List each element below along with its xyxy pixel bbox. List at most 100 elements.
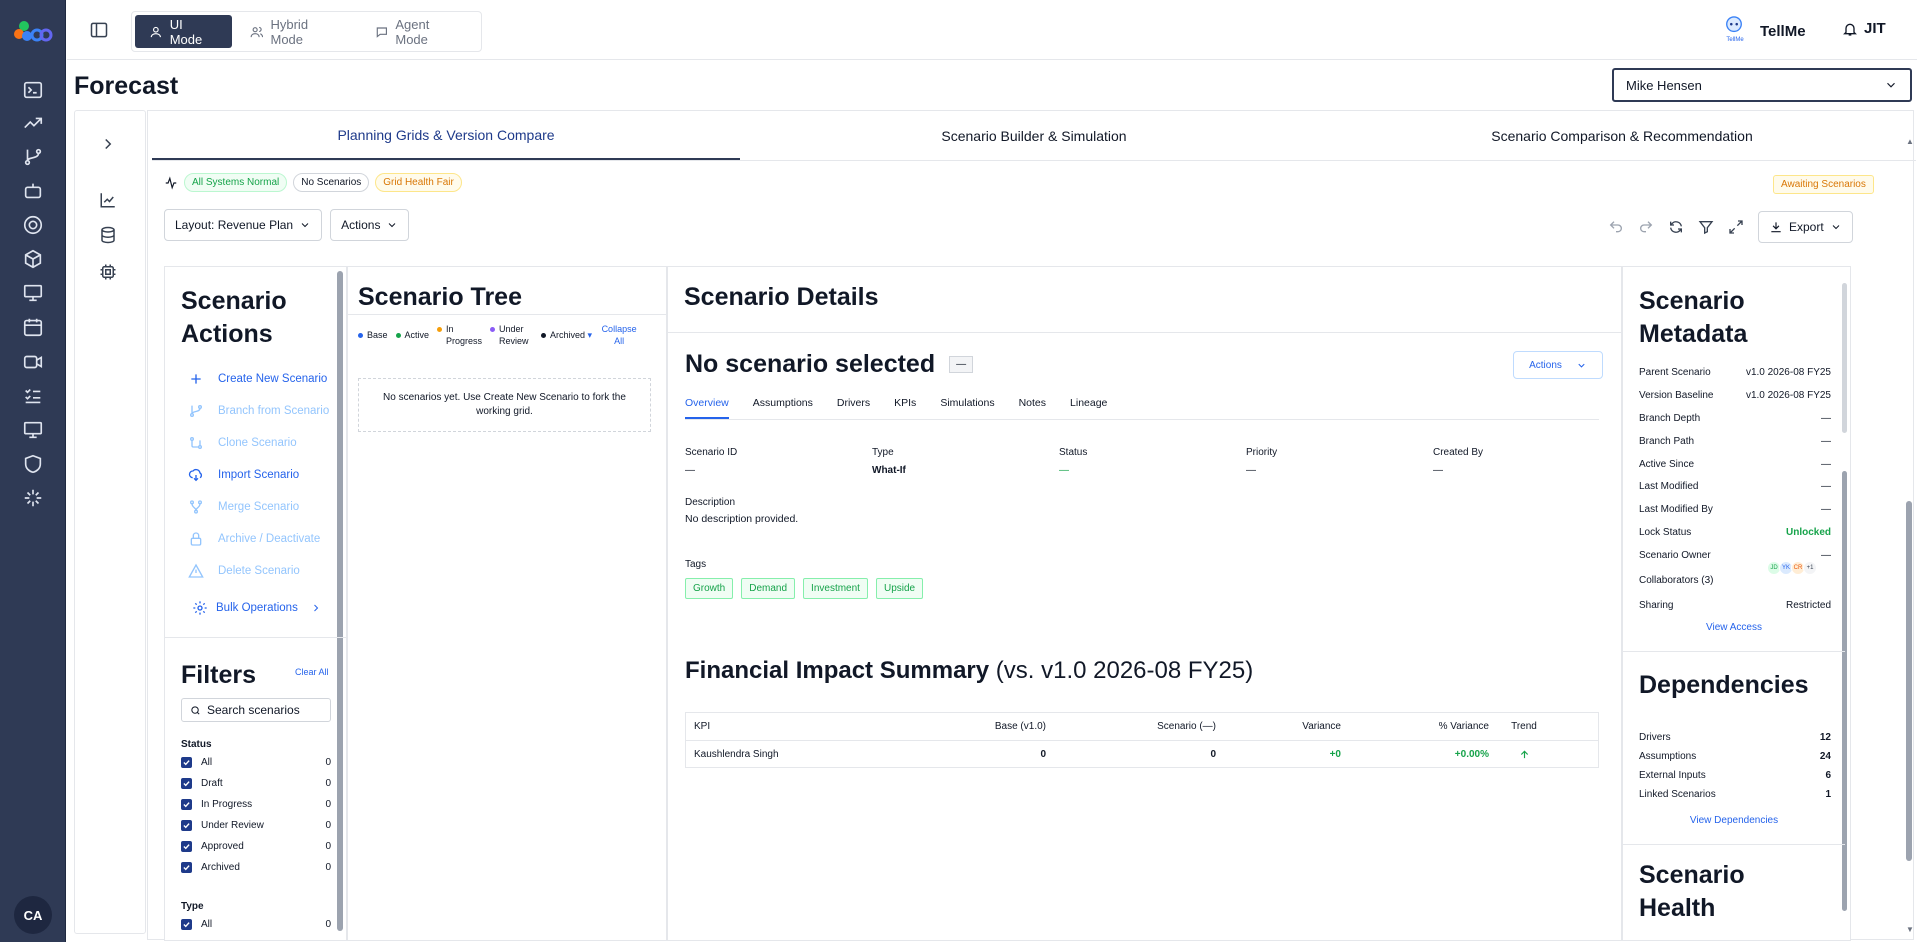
status-filter-option[interactable]: All 0 — [181, 757, 331, 768]
filter-label: Approved — [201, 841, 244, 852]
sparkles-icon[interactable] — [22, 487, 44, 509]
kpi-table-header: KPI Base (v1.0) Scenario (—) Variance % … — [694, 721, 1537, 732]
checkbox[interactable] — [181, 919, 192, 930]
status-filter-option[interactable]: Archived 0 — [181, 862, 331, 873]
database-icon[interactable] — [99, 226, 117, 244]
chevron-right-icon[interactable] — [99, 135, 117, 153]
status-filter-option[interactable]: Approved 0 — [181, 841, 331, 852]
actions-menu-button[interactable]: Actions — [330, 209, 410, 241]
tag-demand[interactable]: Demand — [741, 578, 796, 599]
scrollbar[interactable] — [337, 271, 343, 931]
layout-select[interactable]: Layout: Revenue Plan — [164, 209, 323, 241]
checkbox[interactable] — [181, 862, 192, 873]
actions-menu-label: Actions — [341, 218, 381, 232]
tab-scenario-builder[interactable]: Scenario Builder & Simulation — [740, 111, 1328, 160]
tab-planning-grids[interactable]: Planning Grids & Version Compare — [152, 111, 740, 160]
metadata-label: Lock Status — [1639, 527, 1692, 538]
tab-simulations[interactable]: Simulations — [940, 397, 994, 419]
checkbox[interactable] — [181, 757, 192, 768]
agent-mode-tab[interactable]: Agent Mode — [361, 15, 478, 48]
shield-icon[interactable] — [22, 453, 44, 475]
table-row[interactable]: Kaushlendra Singh 0 0 +0 +0.00% — [686, 740, 1598, 767]
ui-mode-tab[interactable]: UI Mode — [135, 15, 232, 48]
redo-icon[interactable] — [1638, 219, 1654, 235]
export-button[interactable]: Export — [1758, 211, 1853, 243]
warning-icon — [188, 563, 204, 578]
hybrid-mode-label: Hybrid Mode — [270, 16, 309, 47]
status-filter-option[interactable]: Under Review 0 — [181, 820, 331, 831]
view-access-link[interactable]: View Access — [1623, 622, 1845, 633]
monitor-icon[interactable] — [22, 282, 44, 304]
tellme-button[interactable]: TellMe TellMe — [1722, 16, 1806, 46]
tag-investment[interactable]: Investment — [803, 578, 868, 599]
cpu-icon[interactable] — [99, 263, 117, 281]
undo-icon[interactable] — [1608, 219, 1624, 235]
display-icon[interactable] — [22, 419, 44, 441]
filter-icon[interactable] — [1698, 219, 1714, 235]
scenario-metadata-panel: Scenario Metadata Parent Scenario v1.0 20… — [1622, 266, 1851, 941]
tab-lineage[interactable]: Lineage — [1070, 397, 1107, 419]
type-filter-option[interactable]: All 0 — [181, 919, 331, 930]
branch-scenario-action[interactable]: Branch from Scenario — [188, 403, 329, 419]
collapse-all-link[interactable]: Collapse All — [600, 323, 638, 347]
view-dependencies-link[interactable]: View Dependencies — [1623, 815, 1845, 826]
bulk-operations-action[interactable]: Bulk Operations — [192, 600, 322, 616]
calendar-icon[interactable] — [22, 316, 44, 338]
health-title: Scenario Health — [1639, 861, 1745, 922]
create-scenario-action[interactable]: Create New Scenario — [188, 371, 327, 387]
tab-kpis[interactable]: KPIs — [894, 397, 916, 419]
activity-icon — [165, 175, 177, 190]
tag-growth[interactable]: Growth — [685, 578, 734, 599]
scrollbar[interactable] — [1842, 471, 1847, 911]
bulk-operations-label: Bulk Operations — [216, 602, 298, 614]
checklist-icon[interactable] — [22, 385, 44, 407]
merge-scenario-action[interactable]: Merge Scenario — [188, 499, 299, 515]
search-input[interactable]: Search scenarios — [181, 698, 331, 722]
details-tabs: Overview Assumptions Drivers KPIs Simula… — [685, 397, 1599, 420]
page-scroll-thumb[interactable] — [1906, 501, 1912, 861]
status-filter-option[interactable]: Draft 0 — [181, 778, 331, 789]
tab-assumptions[interactable]: Assumptions — [753, 397, 813, 419]
clear-all-link[interactable]: Clear All — [295, 667, 329, 677]
details-actions-button[interactable]: Actions — [1513, 351, 1603, 379]
metadata-label: Active Since — [1639, 459, 1695, 470]
cube-icon[interactable] — [22, 248, 44, 270]
collaborators-avatars[interactable]: JD YK CR +1 — [1767, 561, 1817, 575]
page-scrollbar[interactable]: ▲ ▼ — [1906, 137, 1914, 937]
jit-button[interactable]: JIT — [1842, 20, 1886, 37]
expand-icon[interactable] — [1728, 219, 1744, 235]
checkbox[interactable] — [181, 778, 192, 789]
tab-notes[interactable]: Notes — [1019, 397, 1046, 419]
delete-scenario-action[interactable]: Delete Scenario — [188, 563, 300, 579]
user-select[interactable]: Mike Hensen — [1612, 68, 1912, 102]
bot-icon[interactable] — [22, 180, 44, 202]
search-icon — [191, 705, 200, 715]
tags-label: Tags — [685, 559, 707, 570]
user-avatar[interactable]: CA — [14, 896, 52, 934]
video-icon[interactable] — [22, 351, 44, 373]
clone-scenario-action[interactable]: Clone Scenario — [188, 435, 297, 451]
line-chart-icon[interactable] — [99, 191, 117, 209]
terminal-icon[interactable] — [22, 79, 44, 101]
legend-archived: Archived ▾ — [541, 330, 592, 341]
checkbox[interactable] — [181, 820, 192, 831]
hybrid-mode-tab[interactable]: Hybrid Mode — [236, 15, 357, 48]
archive-scenario-action[interactable]: Archive / Deactivate — [188, 531, 320, 547]
target-icon[interactable] — [22, 214, 44, 236]
sidebar-toggle-icon[interactable] — [89, 20, 109, 40]
overview-fields: Scenario ID — Type What-If Status — Priorit… — [685, 447, 1620, 476]
tab-scenario-comparison[interactable]: Scenario Comparison & Recommendation — [1328, 111, 1916, 160]
status-filter-option[interactable]: In Progress 0 — [181, 799, 331, 810]
scenario-details-title: Scenario Details — [684, 283, 879, 311]
refresh-icon[interactable] — [1668, 219, 1684, 235]
import-scenario-action[interactable]: Import Scenario — [188, 467, 299, 483]
tab-drivers[interactable]: Drivers — [837, 397, 870, 419]
tab-overview[interactable]: Overview — [685, 397, 729, 419]
checkbox[interactable] — [181, 841, 192, 852]
tag-upside[interactable]: Upside — [875, 578, 924, 599]
main-tabs: Planning Grids & Version Compare Scenari… — [152, 111, 1916, 161]
branch-icon[interactable] — [22, 146, 44, 168]
trend-icon[interactable] — [22, 112, 44, 134]
checkbox[interactable] — [181, 799, 192, 810]
app-logo[interactable] — [10, 14, 54, 48]
